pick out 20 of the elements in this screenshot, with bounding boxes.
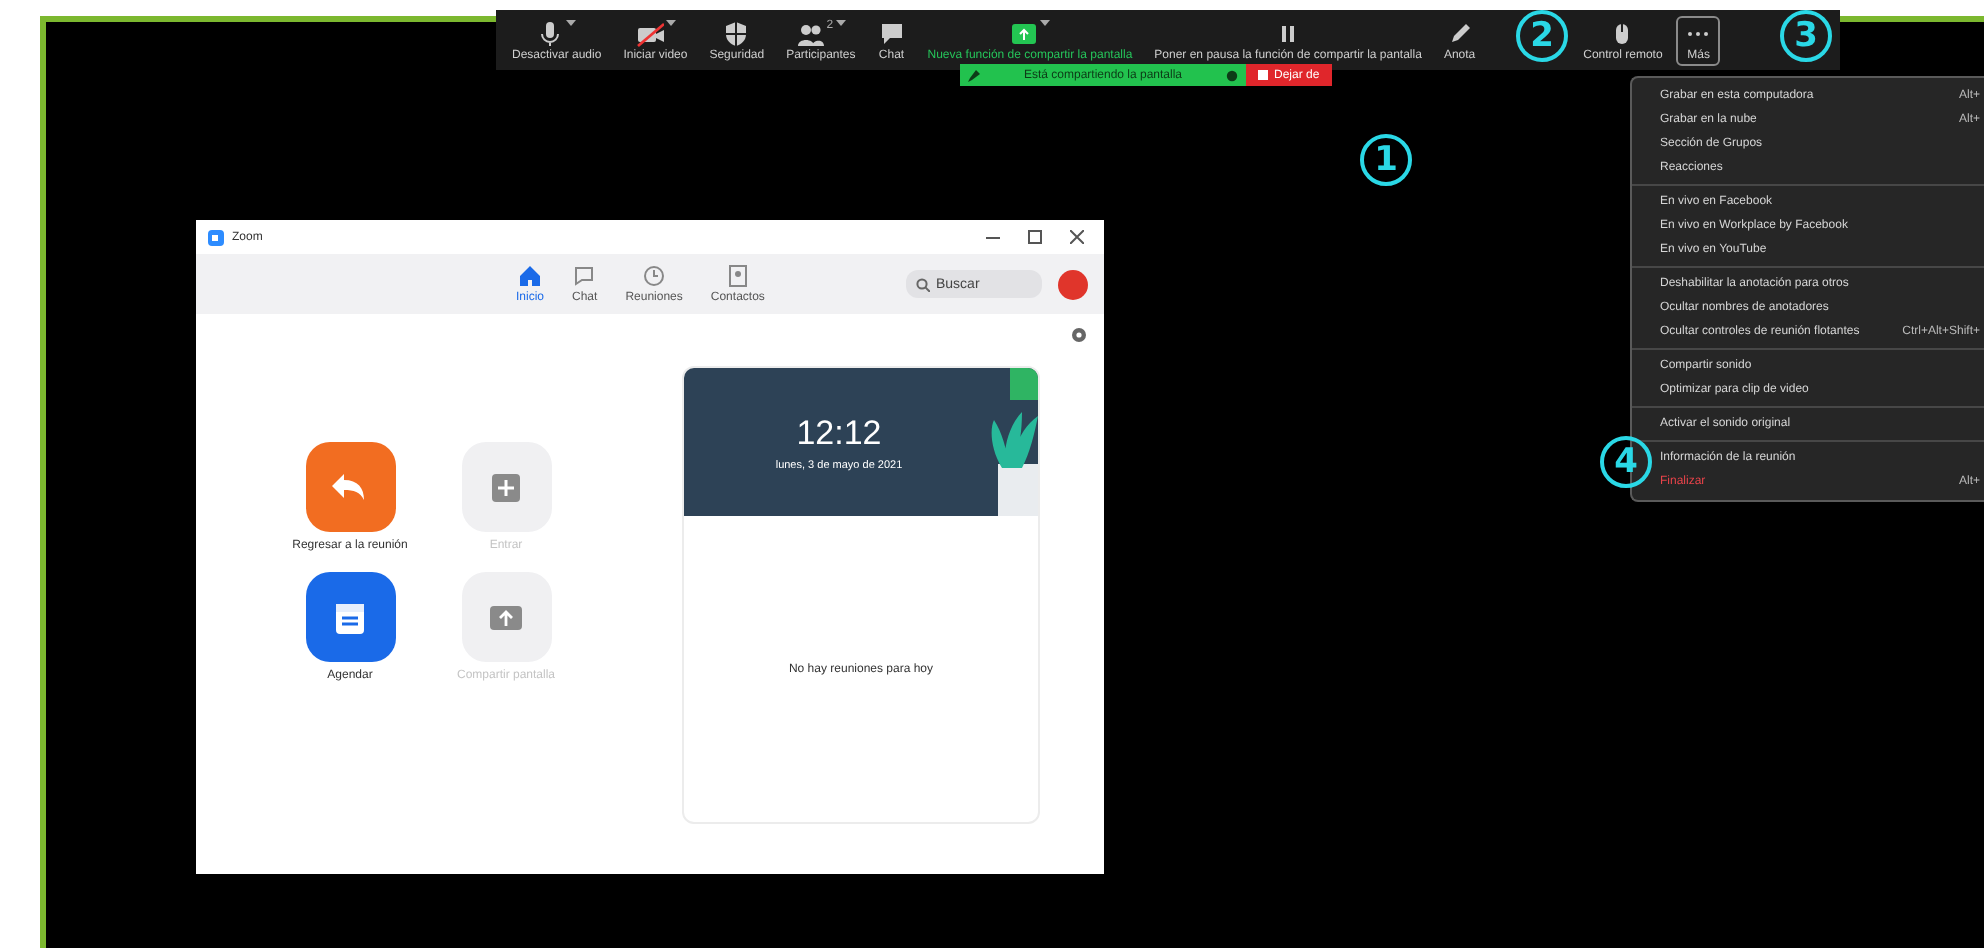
close-icon[interactable] bbox=[1070, 230, 1084, 244]
maximize-icon[interactable] bbox=[1028, 230, 1042, 244]
contact-card-icon bbox=[725, 264, 750, 288]
callout-number: 2 bbox=[1516, 10, 1568, 62]
callout-number: 1 bbox=[1360, 134, 1412, 186]
home-icon bbox=[518, 264, 542, 288]
microphone-icon bbox=[536, 20, 565, 48]
clock-icon bbox=[642, 264, 667, 288]
stop-square-icon bbox=[1258, 70, 1268, 80]
share-screen-icon bbox=[1009, 20, 1038, 48]
avatar[interactable] bbox=[1058, 269, 1088, 299]
people-icon bbox=[796, 20, 825, 48]
app-logo-icon bbox=[208, 229, 224, 245]
shield-icon bbox=[722, 20, 751, 48]
callout-number: 4 bbox=[1600, 436, 1652, 488]
clock-time: 12:12 bbox=[796, 413, 882, 453]
callout-number: 3 bbox=[1780, 10, 1832, 62]
chat-bubble-icon bbox=[572, 264, 597, 288]
video-camera-off-icon bbox=[635, 20, 664, 48]
chat-bubble-icon bbox=[877, 20, 906, 48]
